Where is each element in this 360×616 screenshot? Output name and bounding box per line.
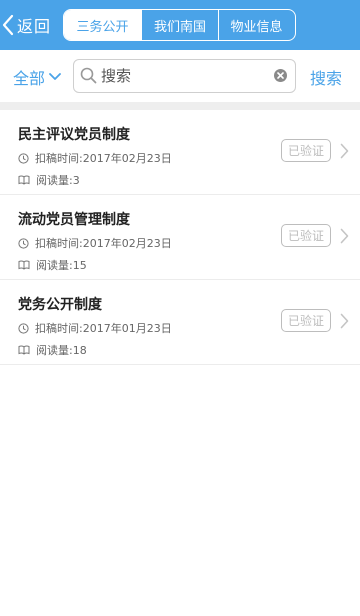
verified-badge: 已验证 xyxy=(281,309,331,332)
search-icon xyxy=(80,67,97,84)
tab-sanwu-gongkai[interactable]: 三务公开 xyxy=(64,10,141,40)
item-date: 扣稿时间:2017年01月23日 xyxy=(18,320,172,336)
item-reads-text: 阅读量:3 xyxy=(36,174,80,187)
tab-bar: 三务公开 我们南国 物业信息 xyxy=(63,9,296,41)
list-item[interactable]: 民主评议党员制度 扣稿时间:2017年02月23日 阅读量:3 已验证 xyxy=(0,110,360,195)
item-date-text: 扣稿时间:2017年01月23日 xyxy=(35,322,172,335)
book-icon xyxy=(18,175,30,185)
chevron-down-icon xyxy=(49,73,61,80)
app-header: 返回 三务公开 我们南国 物业信息 xyxy=(0,0,360,50)
item-date-text: 扣稿时间:2017年02月23日 xyxy=(35,237,172,250)
verified-badge: 已验证 xyxy=(281,139,331,162)
item-title: 流动党员管理制度 xyxy=(18,212,130,228)
item-reads: 阅读量:18 xyxy=(18,342,87,358)
search-bar: 全部 搜索 xyxy=(0,50,360,102)
item-date-text: 扣稿时间:2017年02月23日 xyxy=(35,152,172,165)
search-input[interactable] xyxy=(101,65,271,87)
clear-icon[interactable] xyxy=(273,68,288,83)
category-filter[interactable]: 全部 xyxy=(13,65,61,89)
list-item[interactable]: 党务公开制度 扣稿时间:2017年01月23日 阅读量:18 已验证 xyxy=(0,280,360,365)
clock-icon xyxy=(18,152,29,164)
item-title: 党务公开制度 xyxy=(18,297,102,313)
chevron-right-icon xyxy=(340,313,349,329)
back-button[interactable]: 返回 xyxy=(2,12,51,38)
tab-wuye-xinxi[interactable]: 物业信息 xyxy=(218,10,294,40)
chevron-left-icon xyxy=(2,14,14,36)
item-date: 扣稿时间:2017年02月23日 xyxy=(18,150,172,166)
list-item[interactable]: 流动党员管理制度 扣稿时间:2017年02月23日 阅读量:15 已验证 xyxy=(0,195,360,280)
book-icon xyxy=(18,260,30,270)
clock-icon xyxy=(18,237,29,249)
category-filter-label: 全部 xyxy=(13,69,46,88)
search-button[interactable]: 搜索 xyxy=(310,65,342,89)
item-title: 民主评议党员制度 xyxy=(18,127,130,143)
section-divider xyxy=(0,102,360,110)
chevron-right-icon xyxy=(340,228,349,244)
item-reads: 阅读量:3 xyxy=(18,172,80,188)
article-list: 民主评议党员制度 扣稿时间:2017年02月23日 阅读量:3 已验证 流动党员… xyxy=(0,110,360,365)
book-icon xyxy=(18,345,30,355)
item-reads: 阅读量:15 xyxy=(18,257,87,273)
chevron-right-icon xyxy=(340,143,349,159)
back-label: 返回 xyxy=(17,17,52,36)
item-reads-text: 阅读量:18 xyxy=(36,344,87,357)
tab-women-nanguo[interactable]: 我们南国 xyxy=(141,10,218,40)
verified-badge: 已验证 xyxy=(281,224,331,247)
clock-icon xyxy=(18,322,29,334)
search-box xyxy=(73,59,296,93)
item-reads-text: 阅读量:15 xyxy=(36,259,87,272)
item-date: 扣稿时间:2017年02月23日 xyxy=(18,235,172,251)
